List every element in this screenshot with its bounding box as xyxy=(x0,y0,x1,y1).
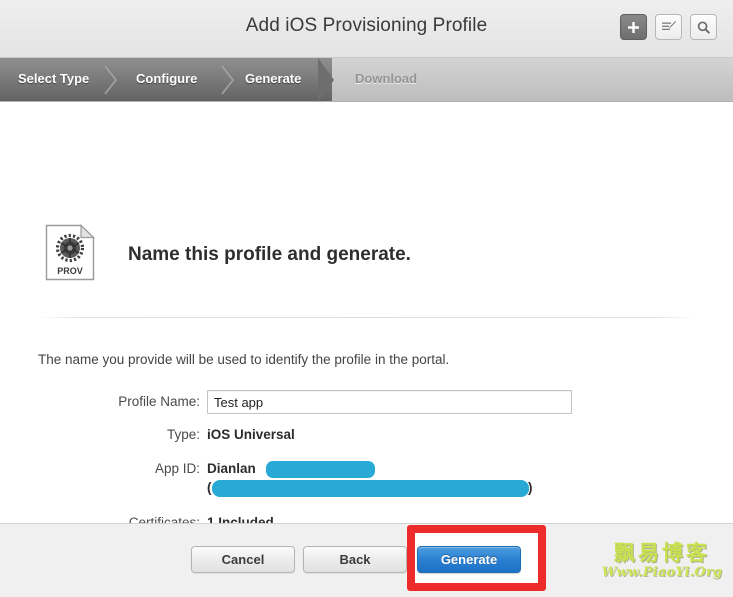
provisioning-profile-file-icon: PROV xyxy=(45,224,95,281)
edit-pencil-icon xyxy=(661,20,677,34)
step-download: Download xyxy=(355,71,418,86)
profile-name-input[interactable] xyxy=(207,390,572,414)
app-id-label: App ID: xyxy=(154,461,200,476)
profile-name-label: Profile Name: xyxy=(118,394,200,409)
app-id-paren-close: ) xyxy=(528,480,533,495)
step-select-type[interactable]: Select Type xyxy=(18,71,89,86)
search-button[interactable] xyxy=(690,14,717,40)
app-id-redaction-name xyxy=(266,461,375,478)
main-content: PROV Name this profile and generate. The… xyxy=(0,102,733,530)
step-configure[interactable]: Configure xyxy=(136,71,197,86)
plus-icon xyxy=(627,21,640,34)
generate-button[interactable]: Generate xyxy=(417,546,521,573)
add-button[interactable] xyxy=(620,14,647,40)
search-icon xyxy=(696,20,711,35)
header-action-group xyxy=(620,14,717,40)
cancel-button[interactable]: Cancel xyxy=(191,546,295,573)
intro-text: The name you provide will be used to ide… xyxy=(38,352,450,367)
app-id-paren-open: ( xyxy=(207,480,212,495)
app-id-value: Dianlan xyxy=(207,461,256,476)
wizard-step-bar: Select Type Configure Generate Download xyxy=(0,58,733,102)
section-divider xyxy=(38,317,695,318)
step-generate[interactable]: Generate xyxy=(245,71,301,86)
edit-button[interactable] xyxy=(655,14,682,40)
back-button[interactable]: Back xyxy=(303,546,407,573)
page-title: Name this profile and generate. xyxy=(128,244,411,265)
step-separator-1 xyxy=(104,62,118,98)
type-value: iOS Universal xyxy=(207,427,295,442)
add-provisioning-profile-window: Add iOS Provisioning Profile Select Type… xyxy=(0,0,733,597)
step-progress-arrow xyxy=(318,58,334,101)
window-header: Add iOS Provisioning Profile xyxy=(0,0,733,58)
prov-icon-label: PROV xyxy=(57,266,83,276)
step-separator-2 xyxy=(221,62,235,98)
app-id-redaction-bundle xyxy=(212,480,529,497)
type-label: Type: xyxy=(166,427,200,442)
